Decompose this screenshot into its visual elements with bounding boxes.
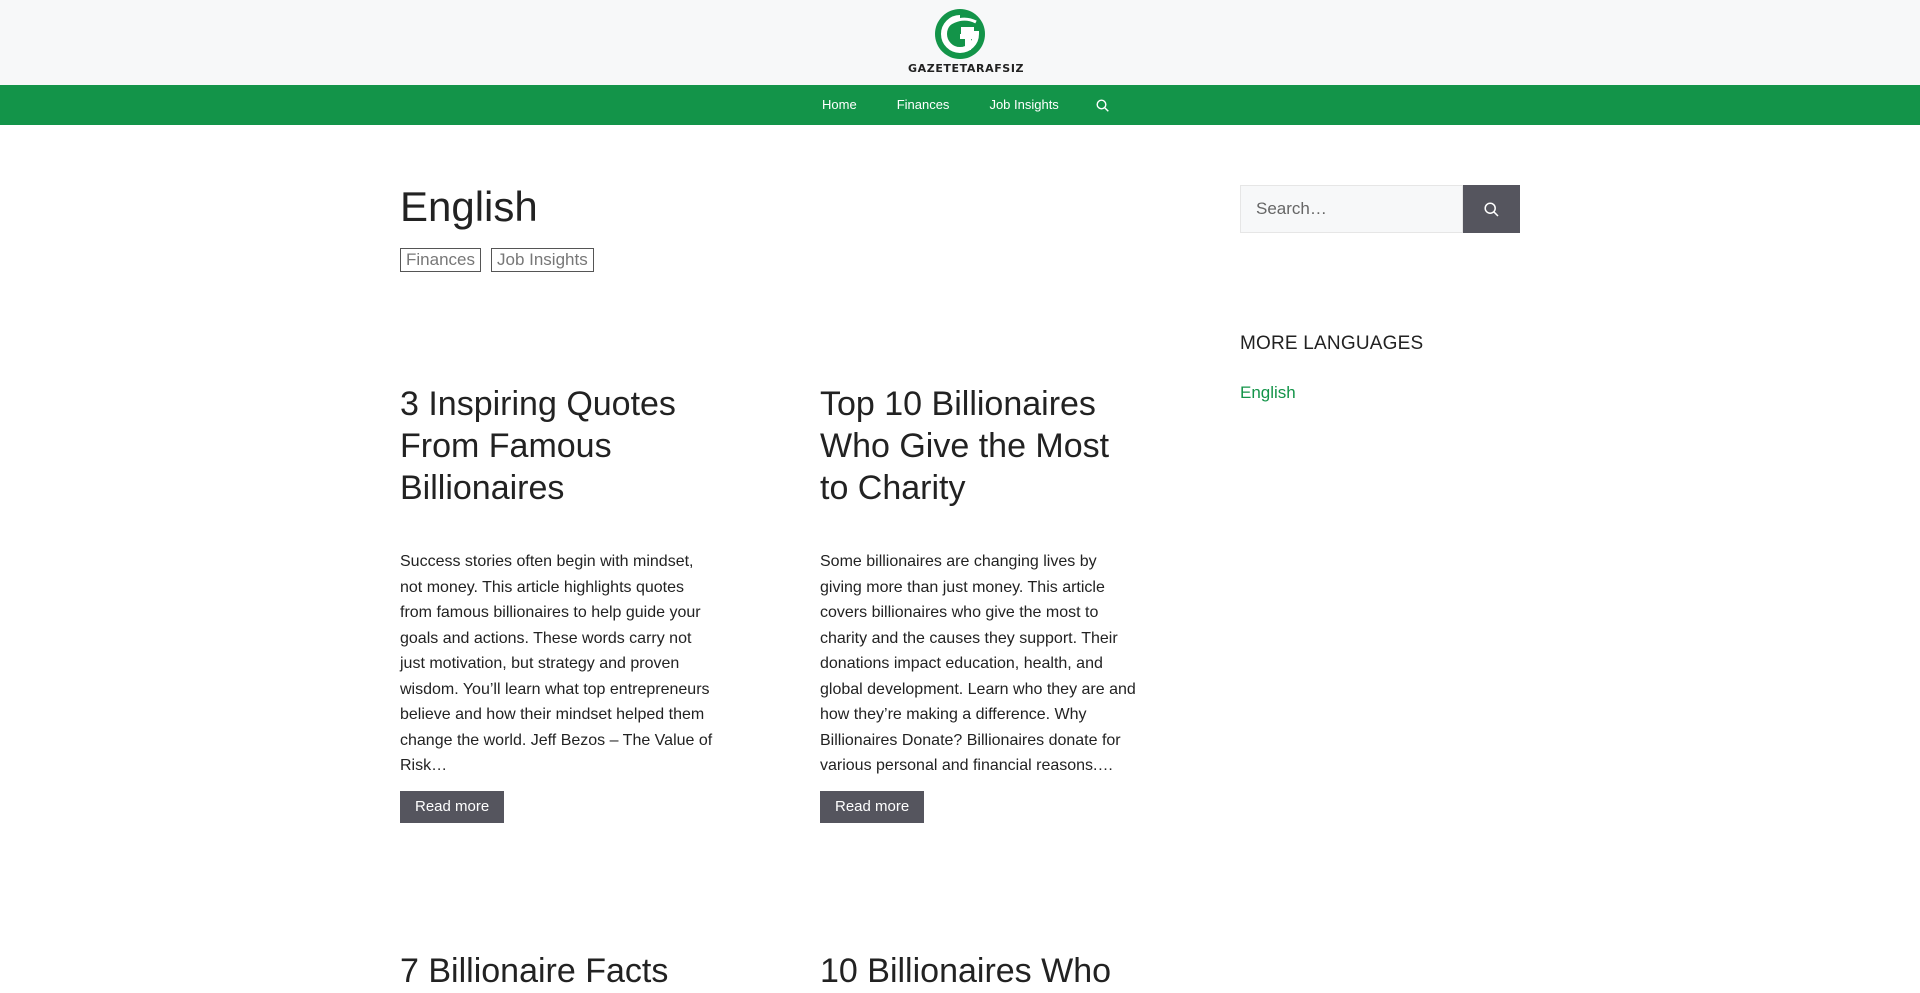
logo-text: GAZETETARAFSIZ (908, 62, 1025, 75)
nav-item-home[interactable]: Home (802, 85, 877, 125)
post-excerpt: Some billionaires are changing lives by … (820, 553, 1136, 774)
read-more-button[interactable]: Read more (820, 790, 925, 823)
post-title[interactable]: 10 Billionaires Who (820, 950, 1140, 992)
page-title: English (400, 183, 538, 230)
read-more-button[interactable]: Read more (400, 790, 505, 823)
nav-search-button[interactable] (1079, 85, 1127, 125)
sidebar-search-form (1240, 185, 1520, 233)
main-navigation: Home Finances Job Insights (0, 85, 1920, 125)
site-logo[interactable]: GAZETETARAFSIZ (908, 8, 1025, 78)
post-title[interactable]: Top 10 Billionaires Who Give the Most to… (820, 383, 1140, 509)
post-title[interactable]: 3 Inspiring Quotes From Famous Billionai… (400, 383, 720, 509)
post-title[interactable]: 7 Billionaire Facts (400, 950, 720, 992)
widget-title: MORE LANGUAGES (1240, 333, 1424, 354)
post-excerpt: Success stories often begin with mindset… (400, 553, 713, 774)
category-tags: Finances Job Insights (400, 248, 1140, 273)
site-header: GAZETETARAFSIZ (0, 0, 1920, 85)
main-content: English Finances Job Insights 3 Inspirin… (400, 125, 1140, 990)
search-input[interactable] (1240, 185, 1463, 233)
sidebar: MORE LANGUAGES English (1240, 185, 1520, 403)
language-link-english[interactable]: English (1240, 383, 1520, 403)
search-icon (1484, 201, 1499, 217)
logo-mark-icon (935, 9, 985, 59)
nav-item-finances[interactable]: Finances (877, 85, 970, 125)
search-button[interactable] (1463, 185, 1520, 233)
tag-finances[interactable]: Finances (400, 248, 481, 273)
post-card: 3 Inspiring Quotes From Famous Billionai… (400, 383, 720, 823)
search-icon (1096, 98, 1110, 112)
post-card: 10 Billionaires Who (820, 950, 1140, 992)
tag-job-insights[interactable]: Job Insights (490, 248, 594, 273)
post-card: Top 10 Billionaires Who Give the Most to… (820, 383, 1140, 823)
nav-item-job-insights[interactable]: Job Insights (969, 85, 1078, 125)
post-card: 7 Billionaire Facts (400, 950, 720, 992)
